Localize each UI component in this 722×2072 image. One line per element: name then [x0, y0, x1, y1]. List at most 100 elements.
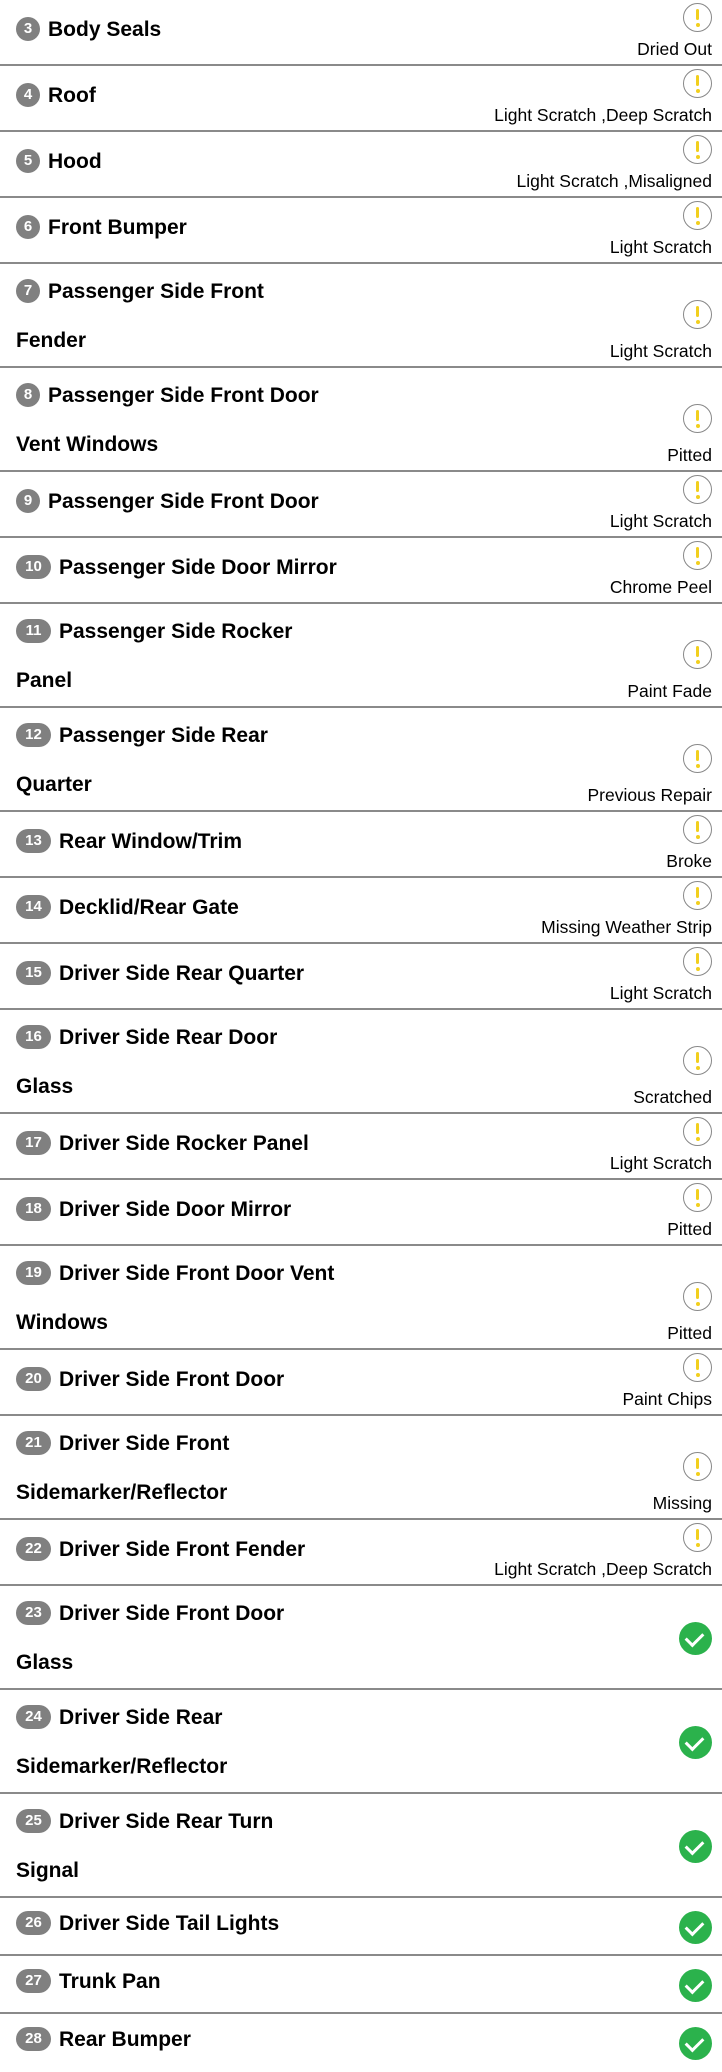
item-title-text: Driver Side Front Door: [59, 1367, 285, 1391]
warning-icon: [683, 475, 712, 504]
item-title-line: 13 Rear Window/Trim: [16, 817, 436, 866]
item-title-text: Front Bumper: [48, 215, 187, 239]
inspection-item[interactable]: 23 Driver Side Front Door Glass: [0, 1586, 722, 1690]
check-icon: [679, 2026, 712, 2060]
inspection-item[interactable]: 14 Decklid/Rear Gate Missing Weather Strip: [0, 878, 722, 944]
item-title-text: Passenger Side Door Mirror: [59, 555, 337, 579]
item-title-line: Fender: [16, 316, 436, 365]
item-title: 13 Rear Window/Trim: [16, 817, 436, 866]
warning-icon: [683, 1046, 712, 1075]
inspection-item[interactable]: 27 Trunk Pan: [0, 1956, 722, 2014]
check-icon: [679, 1725, 712, 1759]
status-text: Pitted: [667, 445, 712, 465]
warning-icon: [683, 744, 712, 773]
warning-icon: [683, 300, 712, 329]
item-title: 26 Driver Side Tail Lights: [16, 1899, 436, 1948]
item-title-line: 19 Driver Side Front Door Vent: [16, 1249, 436, 1298]
status-text: Scratched: [633, 1087, 712, 1107]
item-title-text: Driver Side Tail Lights: [59, 1911, 280, 1935]
inspection-item[interactable]: 21 Driver Side Front Sidemarker/Reflector M…: [0, 1416, 722, 1520]
item-title-text: Hood: [48, 149, 102, 173]
item-title-text: Driver Side Rear Quarter: [59, 961, 305, 985]
inspection-item[interactable]: 20 Driver Side Front Door Paint Chips: [0, 1350, 722, 1416]
item-title-line: 26 Driver Side Tail Lights: [16, 1899, 436, 1948]
item-title-line: 4 Roof: [16, 71, 436, 120]
item-title-line: 16 Driver Side Rear Door: [16, 1013, 436, 1062]
item-title: 4 Roof: [16, 71, 436, 120]
item-title-text: Roof: [48, 83, 96, 107]
inspection-item[interactable]: 12 Passenger Side Rear Quarter Previous Rep…: [0, 708, 722, 812]
warning-icon: [683, 201, 712, 230]
item-title-line: Windows: [16, 1298, 436, 1347]
item-title-text: Rear Window/Trim: [59, 829, 243, 853]
item-title: 14 Decklid/Rear Gate: [16, 883, 436, 932]
warning-icon: [683, 1523, 712, 1552]
item-title-line: Sidemarker/Reflector: [16, 1742, 436, 1791]
item-number-badge: 15: [16, 960, 51, 985]
item-title-line: 21 Driver Side Front: [16, 1419, 436, 1468]
status-text: Light Scratch: [609, 983, 712, 1003]
item-title-text: Passenger Side Rear: [59, 724, 268, 747]
item-number-badge: 25: [16, 1809, 51, 1833]
item-title-line: 17 Driver Side Rocker Panel: [16, 1119, 436, 1168]
item-title-line: 24 Driver Side Rear: [16, 1693, 436, 1742]
inspection-item[interactable]: 13 Rear Window/Trim Broke: [0, 812, 722, 878]
inspection-item[interactable]: 10 Passenger Side Door Mirror Chrome Peel: [0, 538, 722, 604]
item-number-badge: 23: [16, 1601, 51, 1625]
item-title-line: 28 Rear Bumper: [16, 2015, 436, 2064]
item-number-badge: 22: [16, 1536, 51, 1561]
warning-icon: [683, 815, 712, 844]
inspection-item[interactable]: 6 Front Bumper Light Scratch: [0, 198, 722, 264]
item-title-text: Trunk Pan: [59, 1969, 161, 1993]
status-text: Light Scratch: [609, 341, 712, 361]
item-title: 12 Passenger Side Rear Quarter: [16, 711, 436, 809]
inspection-item[interactable]: 8 Passenger Side Front Door Vent Windows Pi…: [0, 368, 722, 472]
warning-icon: [683, 3, 712, 32]
item-title-line: Vent Windows: [16, 420, 436, 469]
inspection-item[interactable]: 19 Driver Side Front Door Vent Windows Pitt…: [0, 1246, 722, 1350]
item-title-text: Driver Side Front Door: [59, 1602, 285, 1625]
inspection-item[interactable]: 5 Hood Light Scratch ,Misaligned: [0, 132, 722, 198]
inspection-item[interactable]: 16 Driver Side Rear Door Glass Scratched: [0, 1010, 722, 1114]
item-title: 28 Rear Bumper: [16, 2015, 436, 2064]
item-title-line: 9 Passenger Side Front Door: [16, 477, 436, 526]
item-title: 3 Body Seals: [16, 5, 436, 54]
item-title-line: Signal: [16, 1846, 436, 1895]
item-title: 22 Driver Side Front Fender: [16, 1525, 436, 1574]
status-text: Light Scratch: [609, 1153, 712, 1173]
inspection-item[interactable]: 4 Roof Light Scratch ,Deep Scratch: [0, 66, 722, 132]
inspection-item[interactable]: 17 Driver Side Rocker Panel Light Scratch: [0, 1114, 722, 1180]
inspection-item[interactable]: 28 Rear Bumper: [0, 2014, 722, 2072]
warning-icon: [683, 1183, 712, 1212]
item-title-text: Quarter: [16, 773, 92, 796]
item-number-badge: 5: [16, 148, 40, 173]
item-number-badge: 3: [16, 16, 40, 41]
inspection-item[interactable]: 3 Body Seals Dried Out: [0, 0, 722, 66]
inspection-item[interactable]: 25 Driver Side Rear Turn Signal: [0, 1794, 722, 1898]
warning-icon: [683, 1353, 712, 1382]
item-title: 8 Passenger Side Front Door Vent Windows: [16, 371, 436, 469]
item-number-badge: 27: [16, 1968, 51, 1993]
inspection-item[interactable]: 26 Driver Side Tail Lights: [0, 1898, 722, 1956]
item-title-text: Driver Side Front: [59, 1432, 230, 1455]
status-text: Light Scratch ,Deep Scratch: [494, 1559, 712, 1579]
inspection-item[interactable]: 11 Passenger Side Rocker Panel Paint Fade: [0, 604, 722, 708]
warning-icon: [683, 947, 712, 976]
check-icon: [679, 1621, 712, 1655]
status-text: Light Scratch: [609, 237, 712, 257]
inspection-item[interactable]: 24 Driver Side Rear Sidemarker/Reflector: [0, 1690, 722, 1794]
item-number-badge: 8: [16, 383, 40, 407]
inspection-item[interactable]: 7 Passenger Side Front Fender Light Scratch: [0, 264, 722, 368]
item-number-badge: 19: [16, 1261, 51, 1285]
item-title-line: Glass: [16, 1062, 436, 1111]
warning-icon: [683, 881, 712, 910]
inspection-item[interactable]: 22 Driver Side Front Fender Light Scratch …: [0, 1520, 722, 1586]
item-title-text: Driver Side Front Fender: [59, 1537, 306, 1561]
inspection-item[interactable]: 15 Driver Side Rear Quarter Light Scratch: [0, 944, 722, 1010]
status-text: Pitted: [667, 1219, 712, 1239]
item-title-line: 11 Passenger Side Rocker: [16, 607, 436, 656]
inspection-item[interactable]: 18 Driver Side Door Mirror Pitted: [0, 1180, 722, 1246]
inspection-item[interactable]: 9 Passenger Side Front Door Light Scratch: [0, 472, 722, 538]
item-number-badge: 9: [16, 488, 40, 513]
item-title-line: 6 Front Bumper: [16, 203, 436, 252]
